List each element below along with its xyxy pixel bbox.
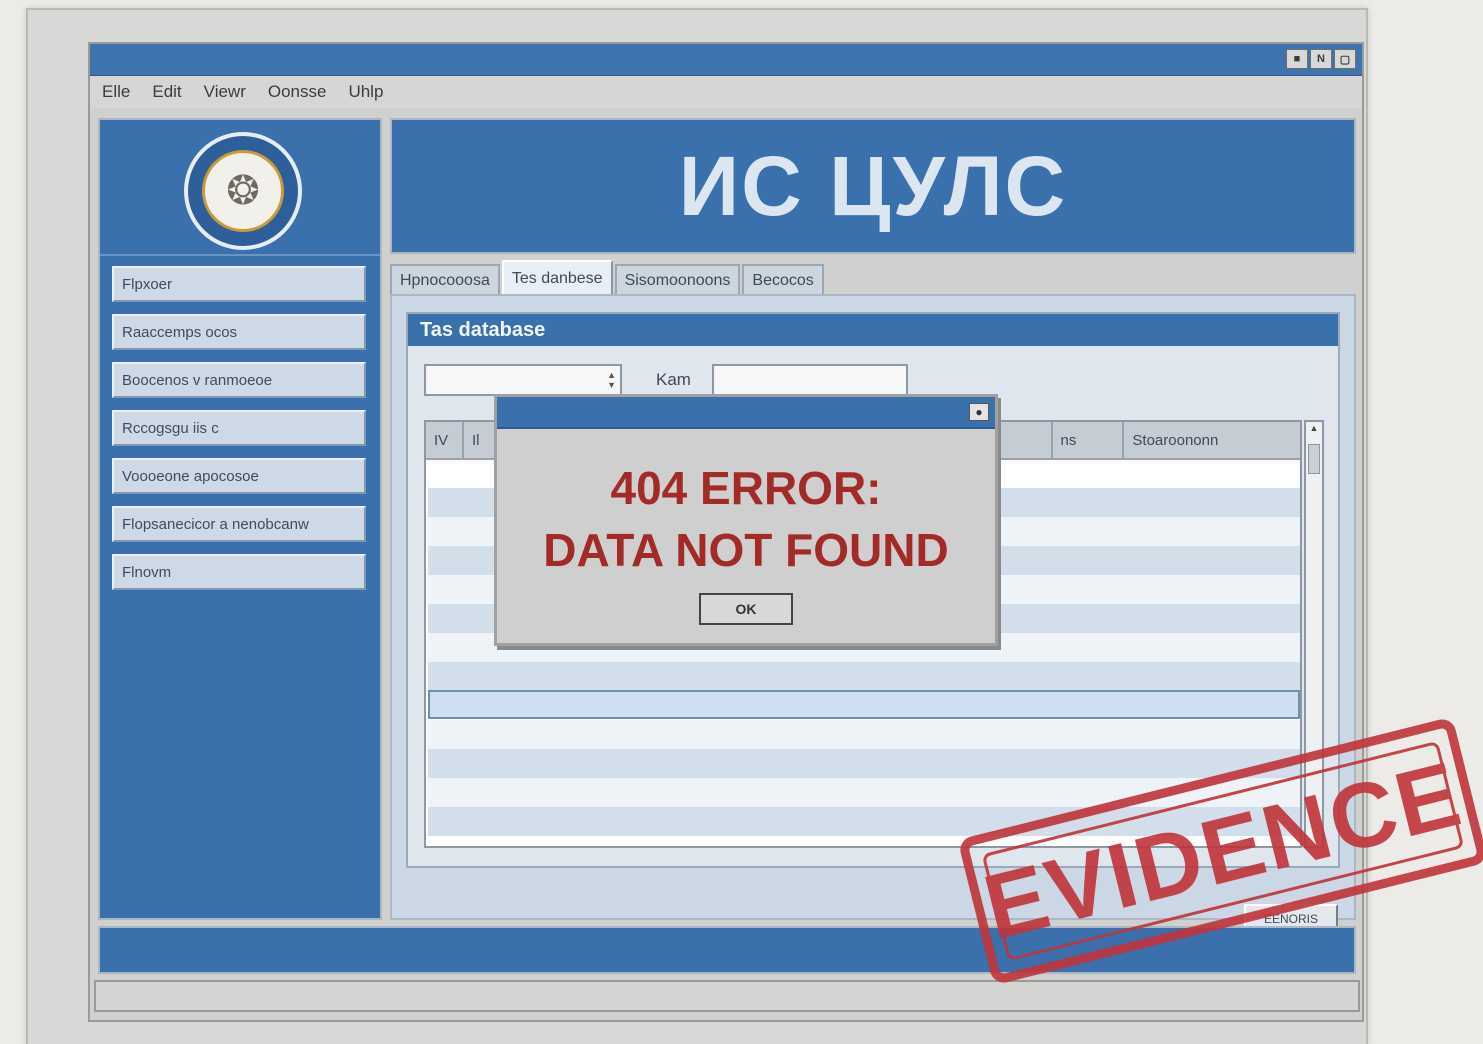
menu-options[interactable]: Oonsse: [268, 82, 327, 102]
app-title: ИС ЦУЛС: [678, 138, 1068, 233]
window-controls: ■ N ▢: [1286, 49, 1356, 69]
sidebar: ❂ Flpxoer Raaccemps ocos Boocenos v ranm…: [98, 118, 382, 920]
sidebar-item-4[interactable]: Rccogsgu iis c: [112, 410, 366, 446]
error-message-line-1: 404 ERROR:: [610, 462, 882, 514]
spinner-arrows-icon: ▲ ▼: [607, 370, 616, 390]
maximize-button[interactable]: N: [1310, 49, 1332, 69]
name-input[interactable]: [712, 364, 908, 396]
panel-title: Tas database: [408, 314, 1338, 346]
sidebar-item-1[interactable]: Flpxoer: [112, 266, 366, 302]
dialog-title-bar: ●: [497, 397, 995, 429]
sidebar-item-5[interactable]: Voooeone apocosoe: [112, 458, 366, 494]
menu-help[interactable]: Uhlp: [348, 82, 383, 102]
sidebar-item-2[interactable]: Raaccemps ocos: [112, 314, 366, 350]
menu-bar: Elle Edit Viewr Oonsse Uhlp: [90, 76, 1362, 108]
sidebar-item-7[interactable]: Flnovm: [112, 554, 366, 590]
bottom-bar: [94, 980, 1360, 1012]
tab-strip: Hpnocooosa Tes danbese Sisomoonoons Beco…: [390, 260, 824, 296]
column-header[interactable]: IV: [426, 422, 464, 458]
filter-select[interactable]: ▲ ▼: [424, 364, 622, 396]
close-button[interactable]: ▢: [1334, 49, 1356, 69]
name-field-label: Kam: [656, 370, 691, 389]
sidebar-item-3[interactable]: Boocenos v ranmoeoe: [112, 362, 366, 398]
table-row[interactable]: [428, 720, 1300, 749]
scroll-thumb[interactable]: [1308, 444, 1320, 474]
emblem-logo: ❂: [184, 132, 302, 250]
sidebar-item-6[interactable]: Flopsanecicor a nenobcanw: [112, 506, 366, 542]
table-row[interactable]: [428, 662, 1300, 691]
tab-4[interactable]: Becocos: [742, 264, 824, 296]
title-bar: ■ N ▢: [90, 44, 1362, 76]
error-message: 404 ERROR: DATA NOT FOUND: [497, 457, 995, 581]
table-row[interactable]: [428, 749, 1300, 778]
tab-1[interactable]: Hpnocooosa: [390, 264, 500, 296]
close-icon[interactable]: ●: [969, 403, 989, 421]
table-row-selected[interactable]: [428, 690, 1300, 719]
column-header[interactable]: ns: [1053, 422, 1125, 458]
tab-3[interactable]: Sisomoonoons: [614, 264, 741, 296]
ok-button[interactable]: OK: [699, 593, 793, 625]
menu-view[interactable]: Viewr: [204, 82, 246, 102]
header-banner: ИС ЦУЛС: [390, 118, 1356, 254]
menu-edit[interactable]: Edit: [152, 82, 181, 102]
error-message-line-2: DATA NOT FOUND: [543, 524, 949, 576]
tab-database[interactable]: Tes danbese: [501, 260, 613, 296]
column-header[interactable]: Stoaroononn: [1124, 422, 1300, 458]
minimize-button[interactable]: ■: [1286, 49, 1308, 69]
error-dialog: ● 404 ERROR: DATA NOT FOUND OK: [494, 394, 998, 646]
sidebar-divider: [100, 254, 380, 256]
menu-file[interactable]: Elle: [102, 82, 130, 102]
eagle-icon: ❂: [202, 150, 284, 232]
scroll-up-icon[interactable]: ▲: [1307, 423, 1321, 439]
